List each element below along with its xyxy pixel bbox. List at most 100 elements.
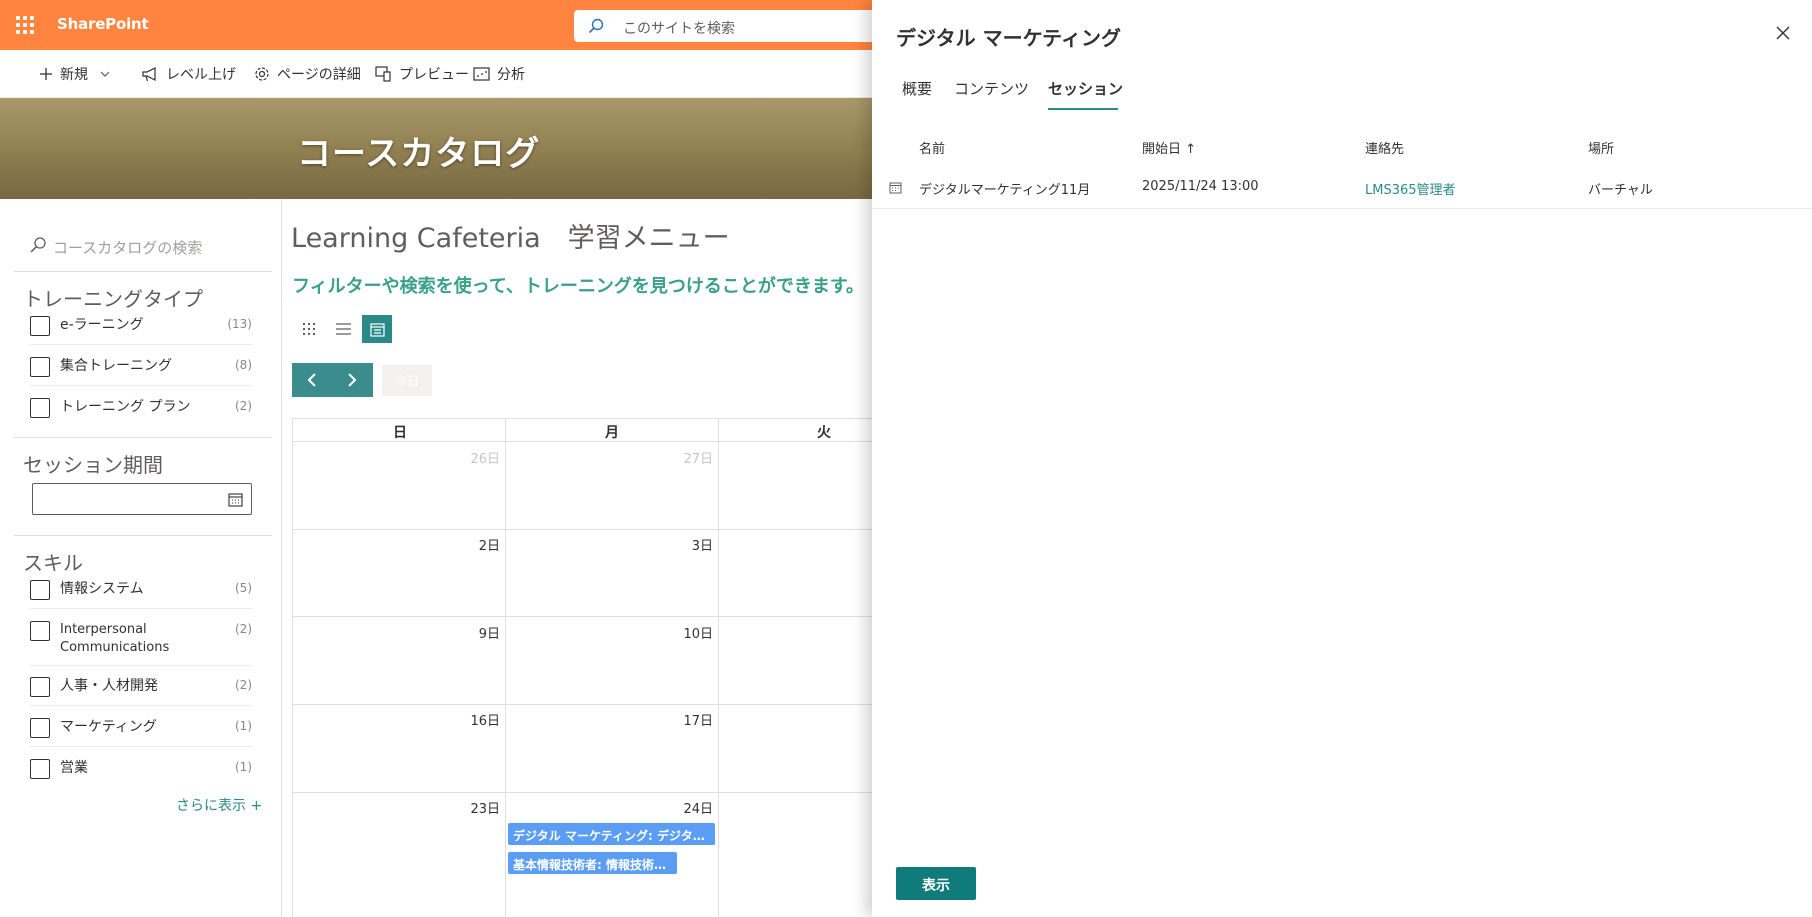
view-switcher	[294, 315, 392, 343]
weekday-tue: 火	[817, 425, 831, 441]
promote-button[interactable]: レベル上げ	[142, 64, 236, 84]
grid-icon	[303, 323, 315, 335]
day-number[interactable]: 23日	[460, 798, 500, 817]
page-details-label: ページの詳細	[277, 67, 361, 83]
checkbox[interactable]	[30, 398, 50, 418]
calendar-grid: 日 月 火 26日 27日 2日 3日 9日 10日 16日 17日 23日 2…	[292, 418, 873, 917]
column-divider	[718, 418, 719, 917]
session-location: バーチャル	[1588, 183, 1653, 198]
today-label: 今日	[395, 374, 420, 388]
new-button[interactable]: 新規	[39, 64, 117, 84]
catalog-title: Learning Cafeteria 学習メニュー	[291, 223, 730, 254]
calendar-event[interactable]: デジタル マーケティング: デジタルマーケティング11月	[508, 823, 715, 845]
page-title: コースカタログ	[297, 134, 541, 174]
filter-option[interactable]: 情報システム (5)	[30, 569, 252, 609]
devices-icon	[375, 66, 391, 82]
column-name[interactable]: 名前	[919, 138, 945, 157]
session-contact-link[interactable]: LMS365管理者	[1365, 179, 1456, 198]
today-button[interactable]: 今日	[382, 365, 432, 396]
filter-option-count: (1)	[235, 760, 252, 774]
session-name: デジタルマーケティング11月	[919, 183, 1091, 198]
grid-view-button[interactable]	[294, 315, 324, 343]
filter-option-count: (2)	[235, 622, 252, 636]
analytics-icon	[473, 67, 490, 81]
list-view-button[interactable]	[328, 315, 358, 343]
megaphone-icon	[142, 66, 156, 81]
filter-option-label: トレーニング プラン	[60, 399, 191, 415]
previous-month-button[interactable]	[292, 363, 332, 397]
show-more-link[interactable]: さらに表示 +	[176, 795, 262, 815]
analytics-button[interactable]: 分析	[473, 64, 525, 84]
search-icon	[588, 18, 604, 34]
divider	[14, 271, 272, 272]
day-number[interactable]: 24日	[673, 798, 713, 817]
catalog-search-input[interactable]: コースカタログの検索	[22, 232, 272, 262]
weekday-mon: 月	[605, 425, 619, 441]
course-detail-panel: デジタル マーケティング 概要 コンテンツ セッション 名前 開始日 ↑ 連絡先…	[872, 0, 1812, 917]
session-row[interactable]: デジタルマーケティング11月 2025/11/24 13:00 LMS365管理…	[872, 168, 1812, 209]
day-number[interactable]: 17日	[673, 710, 713, 729]
filter-option[interactable]: 営業 (1)	[30, 748, 252, 788]
day-number[interactable]: 27日	[673, 448, 713, 467]
day-number[interactable]: 2日	[460, 535, 500, 554]
calendar-icon	[889, 182, 902, 194]
filter-option[interactable]: トレーニング プラン (2)	[30, 387, 252, 427]
calendar-nav	[292, 363, 373, 397]
filter-option-count: (5)	[235, 581, 252, 595]
filter-option[interactable]: Interpersonal Communications (2)	[30, 610, 252, 666]
day-number[interactable]: 3日	[673, 535, 713, 554]
filter-option-label: e-ラーニング	[60, 317, 144, 333]
filter-option[interactable]: 人事・人材開発 (2)	[30, 666, 252, 706]
close-button[interactable]	[1776, 25, 1790, 44]
calendar-event[interactable]: 基本情報技術者: 情報技術11月	[508, 852, 677, 874]
next-month-button[interactable]	[332, 363, 372, 397]
column-start-date[interactable]: 開始日 ↑	[1142, 138, 1196, 157]
filter-option[interactable]: e-ラーニング (13)	[30, 305, 252, 345]
chevron-down-icon	[100, 71, 110, 77]
checkbox[interactable]	[30, 580, 50, 600]
column-divider	[505, 418, 506, 917]
day-number[interactable]: 16日	[460, 710, 500, 729]
tab-sessions[interactable]: セッション	[1048, 78, 1123, 99]
day-number[interactable]: 9日	[460, 623, 500, 642]
page-details-button[interactable]: ページの詳細	[254, 64, 361, 84]
filter-option[interactable]: マーケティング (1)	[30, 707, 252, 747]
brand-name[interactable]: SharePoint	[57, 15, 149, 33]
checkbox[interactable]	[30, 621, 50, 641]
calendar-icon	[228, 493, 243, 507]
filter-option-count: (2)	[235, 399, 252, 413]
day-number[interactable]: 10日	[673, 623, 713, 642]
tab-overview[interactable]: 概要	[902, 78, 932, 99]
app-launcher-icon[interactable]	[16, 16, 34, 34]
session-date-picker[interactable]	[32, 483, 252, 515]
tab-contents[interactable]: コンテンツ	[954, 78, 1029, 99]
filter-option-label: 営業	[60, 760, 88, 776]
row-divider	[293, 616, 873, 617]
new-label: 新規	[60, 67, 88, 83]
checkbox[interactable]	[30, 316, 50, 336]
row-divider	[293, 529, 873, 530]
filter-option-label: Interpersonal Communications	[60, 622, 170, 655]
session-period-heading: セッション期間	[23, 453, 163, 477]
divider	[14, 437, 272, 438]
column-contact[interactable]: 連絡先	[1365, 138, 1404, 157]
checkbox[interactable]	[30, 357, 50, 377]
calendar-view-button[interactable]	[362, 315, 392, 343]
chevron-left-icon	[307, 373, 316, 387]
calendar-icon	[369, 322, 385, 337]
checkbox[interactable]	[30, 718, 50, 738]
row-divider	[293, 704, 873, 705]
column-location[interactable]: 場所	[1588, 138, 1614, 157]
checkbox[interactable]	[30, 677, 50, 697]
filter-option-count: (2)	[235, 678, 252, 692]
checkbox[interactable]	[30, 759, 50, 779]
show-button[interactable]: 表示	[896, 867, 976, 900]
preview-button[interactable]: プレビュー	[375, 64, 469, 84]
session-start: 2025/11/24 13:00	[1142, 179, 1259, 194]
day-number[interactable]: 26日	[460, 448, 500, 467]
filter-option[interactable]: 集合トレーニング (8)	[30, 346, 252, 386]
chevron-right-icon	[348, 373, 357, 387]
catalog-search-placeholder: コースカタログの検索	[53, 239, 203, 257]
row-divider	[293, 792, 873, 793]
plus-icon	[40, 68, 52, 80]
